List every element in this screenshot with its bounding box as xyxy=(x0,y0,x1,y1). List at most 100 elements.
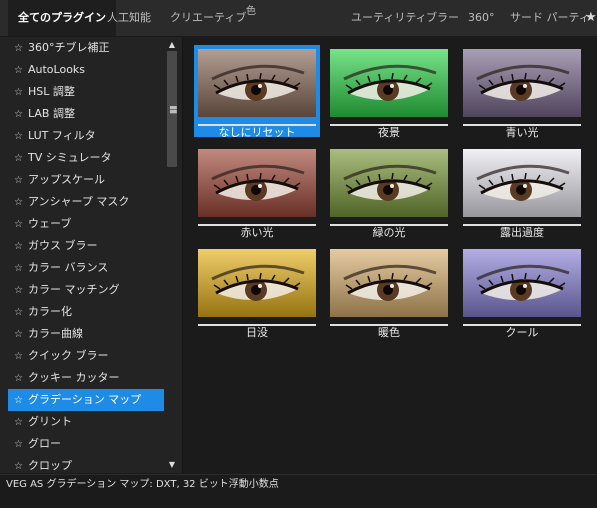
plugin-label: クロップ xyxy=(28,459,72,472)
eye-image xyxy=(330,249,448,317)
plugin-label: カラー マッチング xyxy=(28,283,120,296)
preset-thumbnail xyxy=(463,149,581,219)
preset-grid: なしにリセット 夜景 青い光赤い光 緑の光 露出過度日没 暖色 クール xyxy=(184,37,597,473)
eye-image xyxy=(330,149,448,217)
favorite-star-icon[interactable]: ☆ xyxy=(14,302,28,324)
eye-image xyxy=(463,249,581,317)
preset-label: 露出過度 xyxy=(500,226,544,239)
favorite-star-icon[interactable]: ☆ xyxy=(14,60,28,82)
plugin-list-item[interactable]: ☆ AutoLooks xyxy=(8,59,164,81)
plugin-label: LAB 調整 xyxy=(28,107,75,120)
favorite-star-icon[interactable]: ☆ xyxy=(14,192,28,214)
preset-tile[interactable]: 青い光 xyxy=(459,45,585,139)
plugin-list: ☆ 360°チブレ補正 ☆ AutoLooks ☆ HSL 調整 ☆ LAB 調整 ☆ LUT フ… xyxy=(8,37,164,477)
preset-label: クール xyxy=(505,326,539,339)
tab-utility[interactable]: ユーティリティ xyxy=(351,0,427,36)
plugin-list-item[interactable]: ☆ グリント xyxy=(8,411,164,433)
plugin-list-item[interactable]: ☆ ウェーブ xyxy=(8,213,164,235)
plugin-list-item[interactable]: ☆ グラデーション マップ xyxy=(8,389,164,411)
preset-tile[interactable]: クール xyxy=(459,245,585,339)
favorite-star-icon[interactable]: ☆ xyxy=(14,434,28,456)
plugin-list-item[interactable]: ☆ アップスケール xyxy=(8,169,164,191)
tab-blur[interactable]: ブラー xyxy=(426,0,459,36)
plugin-label: アンシャープ マスク xyxy=(28,195,130,208)
plugin-list-item[interactable]: ☆ カラー曲線 xyxy=(8,323,164,345)
scroll-up-arrow-icon[interactable]: ▲ xyxy=(166,39,178,51)
grip-icon: ▬ ▬ xyxy=(169,103,178,117)
plugin-list-item[interactable]: ☆ アンシャープ マスク xyxy=(8,191,164,213)
preset-thumbnail xyxy=(198,49,316,119)
eye-image xyxy=(330,49,448,117)
eye-image xyxy=(198,149,316,217)
scroll-thumb[interactable]: ▬ ▬ xyxy=(167,51,178,167)
favorite-star-icon[interactable]: ☆ xyxy=(14,280,28,302)
plugin-list-item[interactable]: ☆ LUT フィルタ xyxy=(8,125,164,147)
favorite-star-icon[interactable]: ☆ xyxy=(14,236,28,258)
scroll-down-arrow-icon[interactable]: ▼ xyxy=(166,459,178,471)
eye-image xyxy=(198,49,316,117)
plugin-list-item[interactable]: ☆ ガウス ブラー xyxy=(8,235,164,257)
preset-thumbnail xyxy=(330,249,448,319)
eye-image xyxy=(463,149,581,217)
favorite-star-icon[interactable]: ☆ xyxy=(14,38,28,60)
plugin-list-item[interactable]: ☆ カラー化 xyxy=(8,301,164,323)
tab-creative[interactable]: クリエーティブ xyxy=(170,0,246,36)
favorite-star-icon[interactable]: ☆ xyxy=(14,324,28,346)
plugin-list-item[interactable]: ☆ カラー バランス xyxy=(8,257,164,279)
favorites-star-icon[interactable]: ★ xyxy=(585,10,597,26)
preset-label: 日没 xyxy=(246,326,268,339)
plugin-label: TV シミュレータ xyxy=(28,151,112,164)
eye-image xyxy=(198,249,316,317)
favorite-star-icon[interactable]: ☆ xyxy=(14,148,28,170)
tab-ai[interactable]: 人工知能 xyxy=(107,0,151,36)
plugin-label: ガウス ブラー xyxy=(28,239,98,252)
plugin-list-item[interactable]: ☆ LAB 調整 xyxy=(8,103,164,125)
preset-tile[interactable]: 暖色 xyxy=(326,245,452,339)
preset-tile[interactable]: 赤い光 xyxy=(194,145,320,239)
favorite-star-icon[interactable]: ☆ xyxy=(14,170,28,192)
plugin-list-item[interactable]: ☆ HSL 調整 xyxy=(8,81,164,103)
favorite-star-icon[interactable]: ☆ xyxy=(14,390,28,412)
preset-thumbnail xyxy=(330,149,448,219)
plugin-category-tabs: 全てのプラグイン 人工知能 クリエーティブ 色 ユーティリティ ブラー 360°… xyxy=(0,0,597,37)
preset-tile[interactable]: 露出過度 xyxy=(459,145,585,239)
plugin-label: 360°チブレ補正 xyxy=(28,41,110,54)
plugin-list-item[interactable]: ☆ クッキー カッター xyxy=(8,367,164,389)
tab-third-party[interactable]: サード パーティ xyxy=(510,0,590,36)
tab-color[interactable]: 色 xyxy=(246,0,256,24)
plugin-list-item[interactable]: ☆ TV シミュレータ xyxy=(8,147,164,169)
favorite-star-icon[interactable]: ☆ xyxy=(14,258,28,280)
plugin-list-item[interactable]: ☆ カラー マッチング xyxy=(8,279,164,301)
preset-tile[interactable]: 日没 xyxy=(194,245,320,339)
preset-tile[interactable]: 夜景 xyxy=(326,45,452,139)
plugin-label: HSL 調整 xyxy=(28,85,75,98)
favorite-star-icon[interactable]: ☆ xyxy=(14,368,28,390)
preset-label: 夜景 xyxy=(378,126,400,139)
eye-image xyxy=(463,49,581,117)
favorite-star-icon[interactable]: ☆ xyxy=(14,214,28,236)
tab-360[interactable]: 360° xyxy=(468,0,495,36)
favorite-star-icon[interactable]: ☆ xyxy=(14,104,28,126)
preset-label: 緑の光 xyxy=(372,226,406,239)
plugin-label: グリント xyxy=(28,415,72,428)
plugin-list-scrollbar[interactable]: ▲ ▬ ▬ ▼ xyxy=(166,37,178,473)
plugin-label: カラー曲線 xyxy=(28,327,83,340)
favorite-star-icon[interactable]: ☆ xyxy=(14,346,28,368)
tab-all-plugins[interactable]: 全てのプラグイン xyxy=(8,0,116,36)
plugin-label: カラー化 xyxy=(28,305,72,318)
plugin-list-item[interactable]: ☆ クイック ブラー xyxy=(8,345,164,367)
preset-label: なしにリセット xyxy=(218,126,296,139)
favorite-star-icon[interactable]: ☆ xyxy=(14,412,28,434)
preset-thumbnail xyxy=(463,49,581,119)
preset-tile[interactable]: 緑の光 xyxy=(326,145,452,239)
preset-tile[interactable]: なしにリセット xyxy=(194,45,320,139)
plugin-label: LUT フィルタ xyxy=(28,129,96,142)
favorite-star-icon[interactable]: ☆ xyxy=(14,126,28,148)
preset-thumbnail xyxy=(198,249,316,319)
plugin-list-item[interactable]: ☆ グロー xyxy=(8,433,164,455)
plugin-list-item[interactable]: ☆ 360°チブレ補正 xyxy=(8,37,164,59)
plugin-label: クッキー カッター xyxy=(28,371,120,384)
preset-label: 暖色 xyxy=(378,326,400,339)
preset-thumbnail xyxy=(330,49,448,119)
favorite-star-icon[interactable]: ☆ xyxy=(14,82,28,104)
